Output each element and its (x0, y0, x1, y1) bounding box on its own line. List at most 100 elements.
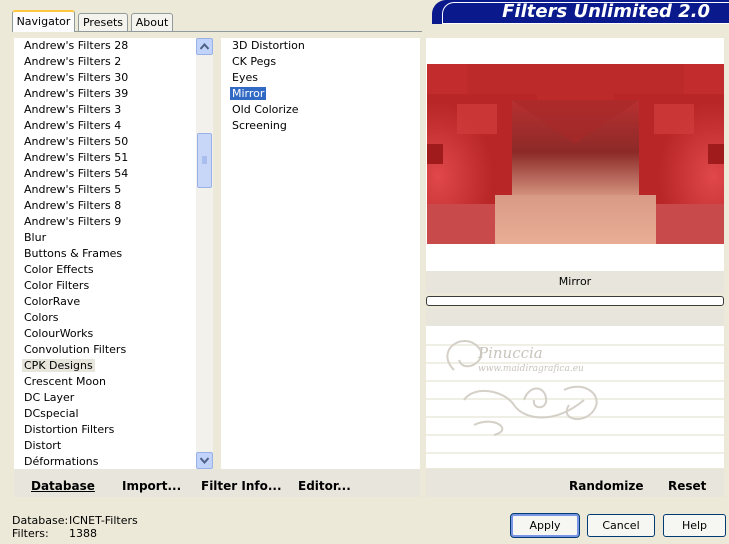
scroll-up-button[interactable] (196, 38, 213, 55)
watermark-name: Pinuccia (478, 344, 543, 362)
category-item-label: Color Filters (24, 279, 90, 292)
category-item[interactable]: Andrew's Filters 51 (22, 150, 130, 166)
category-scrollbar[interactable] (196, 38, 213, 469)
watermark-url: www.maidiragrafica.eu (478, 364, 584, 374)
status-database-label: Database: (12, 514, 69, 527)
tab-navigator[interactable]: Navigator (12, 10, 75, 32)
filter-item-label: CK Pegs (232, 55, 277, 68)
filter-item-label: Eyes (232, 71, 258, 84)
category-item-label: Colors (24, 311, 59, 324)
category-item-label: Blur (24, 231, 47, 244)
category-item[interactable]: Andrew's Filters 8 (22, 198, 123, 214)
editor-button[interactable]: Editor... (298, 478, 351, 494)
tab-about[interactable]: About (131, 13, 173, 31)
category-item-label: Andrew's Filters 50 (24, 135, 129, 148)
filter-item-label: Old Colorize (232, 103, 299, 116)
category-item-label: Andrew's Filters 8 (24, 199, 122, 212)
tab-presets[interactable]: Presets (78, 13, 128, 31)
category-item-label: DCspecial (24, 407, 79, 420)
reset-button[interactable]: Reset (668, 478, 706, 494)
category-item-label: Andrew's Filters 2 (24, 55, 122, 68)
category-item[interactable]: CPK Designs (22, 358, 95, 374)
category-item-label: Andrew's Filters 9 (24, 215, 122, 228)
apply-label: Apply (529, 519, 561, 532)
category-item-label: Andrew's Filters 5 (24, 183, 122, 196)
randomize-button[interactable]: Randomize (569, 478, 643, 494)
filter-list[interactable]: 3D Distortion CK Pegs Eyes Mirror Old Colori… (221, 38, 420, 469)
category-item[interactable]: Distortion Filters (22, 422, 116, 438)
category-item[interactable]: Andrew's Filters 2 (22, 54, 123, 70)
chevron-up-icon (200, 43, 209, 50)
preview-image (427, 64, 724, 244)
category-item[interactable]: Déformations (22, 454, 100, 469)
category-item-label: Andrew's Filters 28 (24, 39, 129, 52)
category-item[interactable]: DC Layer (22, 390, 76, 406)
category-item-label: Buttons & Frames (24, 247, 123, 260)
category-item[interactable]: Color Effects (22, 262, 96, 278)
filter-name: Mirror (558, 275, 592, 288)
tab-navigator-label: Navigator (16, 15, 71, 28)
cancel-button[interactable]: Cancel (587, 514, 655, 537)
filter-item[interactable]: Eyes (230, 70, 260, 86)
status-filters-label: Filters: (12, 527, 49, 540)
progress-bar (426, 296, 724, 306)
category-item[interactable]: ColorRave (22, 294, 82, 310)
category-item-label: CPK Designs (22, 359, 95, 372)
help-label: Help (681, 519, 708, 532)
category-item[interactable]: Convolution Filters (22, 342, 128, 358)
category-item[interactable]: Distort (22, 438, 63, 454)
category-item[interactable]: Colors (22, 310, 60, 326)
category-item[interactable]: DCspecial (22, 406, 81, 422)
scroll-down-button[interactable] (196, 452, 213, 469)
database-label: Database (31, 479, 95, 493)
category-item-label: ColorRave (24, 295, 81, 308)
category-item-label: Andrew's Filters 51 (24, 151, 129, 164)
category-item[interactable]: Andrew's Filters 5 (22, 182, 123, 198)
filter-item[interactable]: 3D Distortion (230, 38, 307, 54)
category-item[interactable]: Color Filters (22, 278, 91, 294)
cancel-label: Cancel (602, 519, 640, 532)
filter-item[interactable]: CK Pegs (230, 54, 278, 70)
filter-item-label: Screening (232, 119, 287, 132)
category-item[interactable]: ColourWorks (22, 326, 95, 342)
category-item[interactable]: Buttons & Frames (22, 246, 124, 262)
category-item-label: Déformations (24, 455, 99, 468)
category-item[interactable]: Andrew's Filters 4 (22, 118, 123, 134)
category-item[interactable]: Crescent Moon (22, 374, 108, 390)
category-item[interactable]: Andrew's Filters 39 (22, 86, 130, 102)
category-item-label: Color Effects (24, 263, 94, 276)
scroll-thumb[interactable] (197, 133, 212, 188)
category-item-label: ColourWorks (24, 327, 94, 340)
chevron-down-icon (200, 457, 209, 464)
filter-item[interactable]: Old Colorize (230, 102, 301, 118)
category-item[interactable]: Blur (22, 230, 48, 246)
category-list[interactable]: Andrew's Filters 28 Andrew's Filters 2 And… (14, 38, 196, 469)
filter-item-label: 3D Distortion (232, 39, 305, 52)
status-filters-value: 1388 (69, 527, 97, 540)
category-item-label: Andrew's Filters 3 (24, 103, 122, 116)
import-button[interactable]: Import... (122, 478, 181, 494)
category-item-label: Distort (24, 439, 62, 452)
category-item[interactable]: Andrew's Filters 30 (22, 70, 130, 86)
category-item[interactable]: Andrew's Filters 54 (22, 166, 130, 182)
filter-item-label: Mirror (230, 87, 267, 100)
import-label: Import... (122, 479, 182, 493)
category-item-label: Andrew's Filters 4 (24, 119, 122, 132)
category-item[interactable]: Andrew's Filters 3 (22, 102, 123, 118)
tab-about-label: About (135, 16, 169, 29)
filter-item[interactable]: Screening (230, 118, 289, 134)
database-button[interactable]: Database (31, 478, 95, 494)
control-row-divider (426, 452, 724, 454)
apply-button[interactable]: Apply (510, 513, 580, 538)
category-item[interactable]: Andrew's Filters 9 (22, 214, 123, 230)
filter-item[interactable]: Mirror (230, 86, 267, 102)
category-item-label: Andrew's Filters 39 (24, 87, 129, 100)
category-item-label: Crescent Moon (24, 375, 106, 388)
help-button[interactable]: Help (663, 514, 726, 537)
category-item[interactable]: Andrew's Filters 50 (22, 134, 130, 150)
category-item[interactable]: Andrew's Filters 28 (22, 38, 130, 54)
grip-icon (202, 156, 207, 164)
category-item-label: Andrew's Filters 30 (24, 71, 129, 84)
filter-info-button[interactable]: Filter Info... (201, 478, 282, 494)
tab-presets-label: Presets (82, 16, 124, 29)
